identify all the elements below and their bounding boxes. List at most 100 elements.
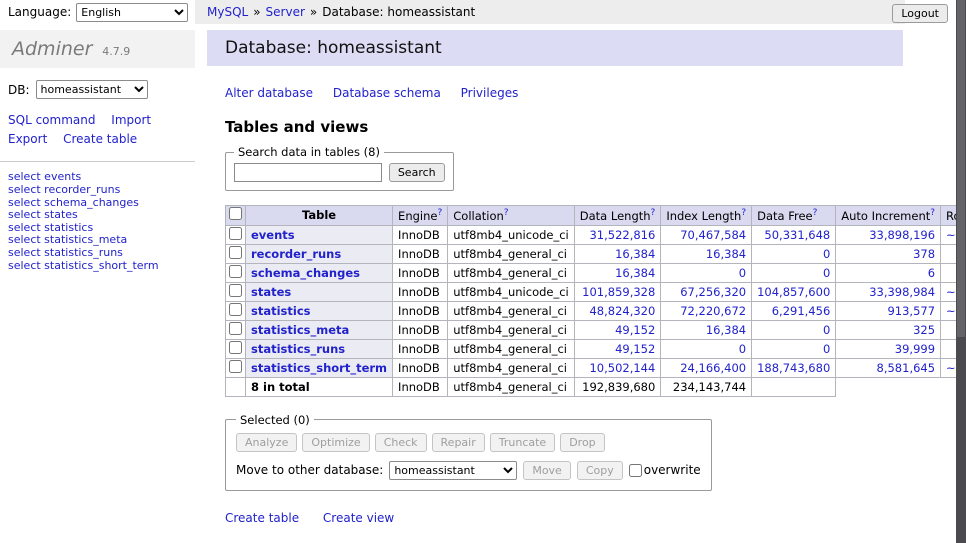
create-table-link[interactable]: Create table <box>63 132 137 146</box>
index-length-link[interactable]: 0 <box>739 342 746 356</box>
data-length-link[interactable]: 16,384 <box>615 266 655 280</box>
data-length-link[interactable]: 31,522,816 <box>589 228 655 242</box>
engine-cell: InnoDB <box>393 244 448 263</box>
index-length-link[interactable]: 16,384 <box>706 247 746 261</box>
data-length-link[interactable]: 48,824,320 <box>589 304 655 318</box>
table-name-link[interactable]: statistics_meta <box>251 323 349 337</box>
auto-increment-link[interactable]: 913,577 <box>887 304 935 318</box>
truncate-button[interactable]: Truncate <box>490 433 555 452</box>
create-table-link-main[interactable]: Create table <box>225 511 299 525</box>
data-free-link[interactable]: 6,291,456 <box>772 304 831 318</box>
doc-link-icon[interactable]: ? <box>504 208 509 218</box>
data-free-link[interactable]: 0 <box>823 323 830 337</box>
breadcrumb: MySQL » Server » Database: homeassistant <box>195 0 905 24</box>
create-view-link[interactable]: Create view <box>323 511 394 525</box>
breadcrumb-link-mysql[interactable]: MySQL <box>207 5 248 19</box>
rows-count-link[interactable]: ~ 136,108 <box>946 361 956 375</box>
index-length-link[interactable]: 67,256,320 <box>680 285 746 299</box>
sidebar-item-select-statistics-short-term[interactable]: select statistics_short_term <box>8 260 187 273</box>
move-button[interactable]: Move <box>523 461 571 480</box>
table-name-link[interactable]: states <box>251 285 291 299</box>
move-database-select[interactable]: homeassistant <box>389 461 517 480</box>
auto-increment-link[interactable]: 33,898,196 <box>869 228 935 242</box>
overwrite-checkbox[interactable] <box>629 464 642 477</box>
index-length-link[interactable]: 24,166,400 <box>680 361 746 375</box>
engine-cell: InnoDB <box>393 282 448 301</box>
index-length-link[interactable]: 16,384 <box>706 323 746 337</box>
table-name-link[interactable]: recorder_runs <box>251 247 341 261</box>
row-select-checkbox[interactable] <box>229 341 242 354</box>
data-length-link[interactable]: 49,152 <box>615 342 655 356</box>
import-link[interactable]: Import <box>111 113 151 127</box>
table-name-link[interactable]: statistics <box>251 304 311 318</box>
doc-link-icon[interactable]: ? <box>813 208 818 218</box>
doc-link-icon[interactable]: ? <box>437 208 442 218</box>
rows-count-link[interactable]: ~ 299,833 <box>946 285 956 299</box>
auto-increment-link[interactable]: 6 <box>928 266 935 280</box>
optimize-button[interactable]: Optimize <box>302 433 369 452</box>
search-legend: Search data in tables (8) <box>234 145 384 159</box>
scrollbar-thumb[interactable] <box>957 0 965 337</box>
copy-button[interactable]: Copy <box>577 461 623 480</box>
sidebar-item-select-statistics-runs[interactable]: select statistics_runs <box>8 247 187 260</box>
export-link[interactable]: Export <box>8 132 47 146</box>
row-select-checkbox[interactable] <box>229 284 242 297</box>
auto-increment-link[interactable]: 33,398,984 <box>869 285 935 299</box>
vertical-scrollbar[interactable] <box>956 0 966 543</box>
logout-button[interactable]: Logout <box>892 4 948 23</box>
auto-increment-link[interactable]: 8,581,645 <box>877 361 936 375</box>
row-select-checkbox[interactable] <box>229 303 242 316</box>
rows-count-link[interactable]: ~ 569,159 <box>946 304 956 318</box>
table-name-link[interactable]: schema_changes <box>251 266 360 280</box>
data-free-link[interactable]: 0 <box>823 342 830 356</box>
data-length-link[interactable]: 101,859,328 <box>582 285 655 299</box>
auto-increment-link[interactable]: 39,999 <box>895 342 935 356</box>
table-row: recorder_runs InnoDB utf8mb4_general_ci … <box>226 244 957 263</box>
check-button[interactable]: Check <box>375 433 427 452</box>
rows-count-link[interactable]: ~ 312,180 <box>946 228 956 242</box>
index-length-link[interactable]: 70,467,584 <box>680 228 746 242</box>
column-header-rows: Rows? <box>941 206 956 226</box>
drop-button[interactable]: Drop <box>560 433 604 452</box>
row-select-checkbox[interactable] <box>229 360 242 373</box>
doc-link-icon[interactable]: ? <box>651 208 656 218</box>
data-length-link[interactable]: 10,502,144 <box>589 361 655 375</box>
index-length-link[interactable]: 0 <box>739 266 746 280</box>
database-schema-link[interactable]: Database schema <box>333 86 441 100</box>
sidebar-item-select-states[interactable]: select states <box>8 209 187 222</box>
data-free-link[interactable]: 50,331,648 <box>764 228 830 242</box>
table-row: statistics InnoDB utf8mb4_general_ci 48,… <box>226 301 957 320</box>
sidebar-item-select-recorder-runs[interactable]: select recorder_runs <box>8 184 187 197</box>
db-selector-row: DB: homeassistant <box>0 68 195 99</box>
data-free-link[interactable]: 0 <box>823 266 830 280</box>
index-length-link[interactable]: 72,220,672 <box>680 304 746 318</box>
row-select-checkbox[interactable] <box>229 227 242 240</box>
search-input[interactable] <box>234 163 382 182</box>
data-free-link[interactable]: 188,743,680 <box>757 361 830 375</box>
alter-database-link[interactable]: Alter database <box>225 86 313 100</box>
data-length-link[interactable]: 49,152 <box>615 323 655 337</box>
doc-link-icon[interactable]: ? <box>930 208 935 218</box>
row-select-checkbox[interactable] <box>229 322 242 335</box>
analyze-button[interactable]: Analyze <box>236 433 297 452</box>
repair-button[interactable]: Repair <box>432 433 485 452</box>
data-length-link[interactable]: 16,384 <box>615 247 655 261</box>
auto-increment-link[interactable]: 325 <box>913 323 935 337</box>
row-select-checkbox[interactable] <box>229 265 242 278</box>
auto-increment-link[interactable]: 378 <box>913 247 935 261</box>
row-select-checkbox[interactable] <box>229 246 242 259</box>
table-name-link[interactable]: events <box>251 228 295 242</box>
table-name-link[interactable]: statistics_runs <box>251 342 345 356</box>
overwrite-label: overwrite <box>644 463 701 477</box>
data-free-link[interactable]: 0 <box>823 247 830 261</box>
breadcrumb-link-server[interactable]: Server <box>266 5 305 19</box>
doc-link-icon[interactable]: ? <box>741 208 746 218</box>
data-free-link[interactable]: 104,857,600 <box>757 285 830 299</box>
sql-command-link[interactable]: SQL command <box>8 113 95 127</box>
language-select[interactable]: English <box>76 3 188 22</box>
select-all-checkbox[interactable] <box>229 207 242 220</box>
table-name-link[interactable]: statistics_short_term <box>251 361 387 375</box>
privileges-link[interactable]: Privileges <box>461 86 519 100</box>
search-button[interactable]: Search <box>389 163 445 182</box>
db-select[interactable]: homeassistant <box>36 80 148 99</box>
